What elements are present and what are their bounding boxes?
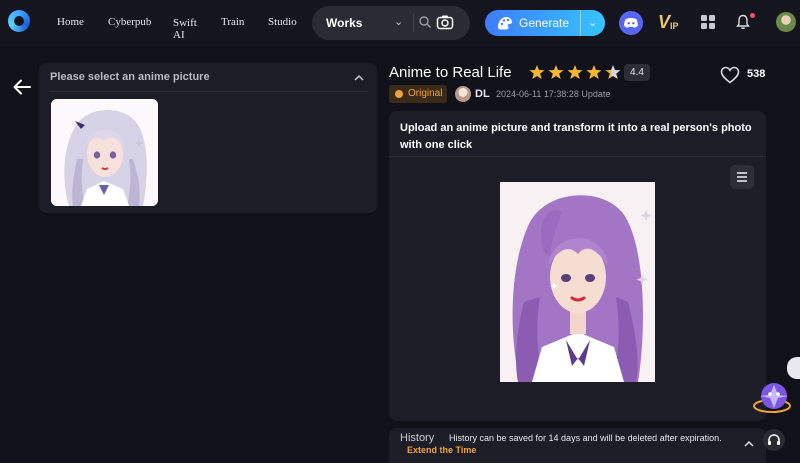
like-count: 538	[747, 68, 766, 80]
real-person-illustration	[500, 182, 655, 382]
original-badge-icon	[395, 90, 403, 98]
generate-divider	[580, 10, 581, 36]
rating-value: 4.4	[624, 64, 650, 81]
side-panel-handle[interactable]	[787, 357, 800, 379]
headset-icon	[768, 434, 780, 445]
extend-time-link[interactable]: Extend the Time	[407, 445, 476, 455]
vip-ip-glyph: IP	[670, 21, 679, 31]
panel-divider	[50, 91, 368, 92]
vip-v-glyph: V	[658, 12, 671, 32]
palette-icon	[496, 15, 514, 36]
bell-icon[interactable]	[736, 14, 750, 35]
discord-icon[interactable]	[619, 11, 643, 40]
mascot-icon[interactable]	[750, 378, 794, 423]
vip-icon[interactable]: V IP	[658, 12, 684, 34]
logo[interactable]	[8, 10, 30, 32]
chevron-up-icon[interactable]	[743, 436, 755, 454]
nav-swift-ai-line1: Swift	[173, 17, 197, 29]
nav-studio[interactable]: Studio	[268, 16, 297, 28]
search-category-select[interactable]: Works	[326, 16, 362, 30]
app-title: Anime to Real Life	[389, 64, 512, 81]
camera-icon[interactable]	[436, 13, 454, 36]
history-bar: History History can be saved for 14 days…	[389, 428, 766, 463]
nav-cyberpub[interactable]: Cyberpub	[108, 16, 151, 28]
menu-icon	[737, 172, 747, 182]
search-divider	[413, 14, 414, 32]
anime-picture-thumbnail[interactable]	[51, 99, 158, 206]
apps-grid-icon[interactable]	[701, 15, 715, 34]
card-divider	[389, 156, 766, 157]
history-note: History can be saved for 14 days and wil…	[449, 433, 722, 443]
search-box[interactable]: Works ⌄	[312, 6, 470, 40]
original-badge-label: Original	[408, 88, 443, 99]
user-avatar[interactable]	[776, 12, 796, 32]
update-timestamp: 2024-06-11 17:38:28 Update	[496, 89, 611, 99]
star-5-icon	[605, 65, 621, 79]
nav-home[interactable]: Home	[57, 16, 84, 28]
search-icon[interactable]	[418, 15, 432, 34]
history-label[interactable]: History	[400, 432, 434, 444]
nav-swift-ai[interactable]: Swift AI	[173, 17, 197, 41]
original-badge: Original	[389, 85, 447, 103]
nav-swift-ai-line2: AI	[173, 29, 185, 41]
app-description: Upload an anime picture and transform it…	[400, 122, 752, 151]
top-bar: Home Cyberpub Swift AI Train Studio Work…	[0, 0, 800, 46]
star-4-icon	[586, 65, 602, 79]
menu-button[interactable]	[730, 165, 754, 189]
star-3-icon	[567, 65, 583, 79]
author-name[interactable]: DL	[475, 88, 490, 100]
star-1-icon	[529, 65, 545, 79]
result-card: Upload an anime picture and transform it…	[389, 111, 766, 421]
select-picture-title: Please select an anime picture	[50, 71, 210, 83]
chevron-down-icon[interactable]: ⌄	[394, 15, 403, 28]
select-picture-panel: Please select an anime picture	[39, 63, 377, 213]
headset-support-button[interactable]	[763, 429, 785, 451]
back-arrow-icon[interactable]	[12, 78, 32, 101]
generate-button[interactable]: Generate ⌄	[485, 10, 605, 36]
star-rating	[529, 64, 621, 85]
star-2-icon	[548, 65, 564, 79]
result-image[interactable]	[500, 182, 655, 382]
chevron-up-icon[interactable]	[353, 70, 365, 88]
generate-dropdown-icon[interactable]: ⌄	[588, 16, 597, 29]
anime-girl-illustration	[51, 99, 158, 206]
notification-dot	[750, 13, 755, 18]
generate-label: Generate	[519, 16, 570, 30]
author-avatar[interactable]	[455, 86, 471, 102]
nav-train[interactable]: Train	[221, 16, 244, 28]
heart-icon[interactable]	[720, 66, 740, 89]
